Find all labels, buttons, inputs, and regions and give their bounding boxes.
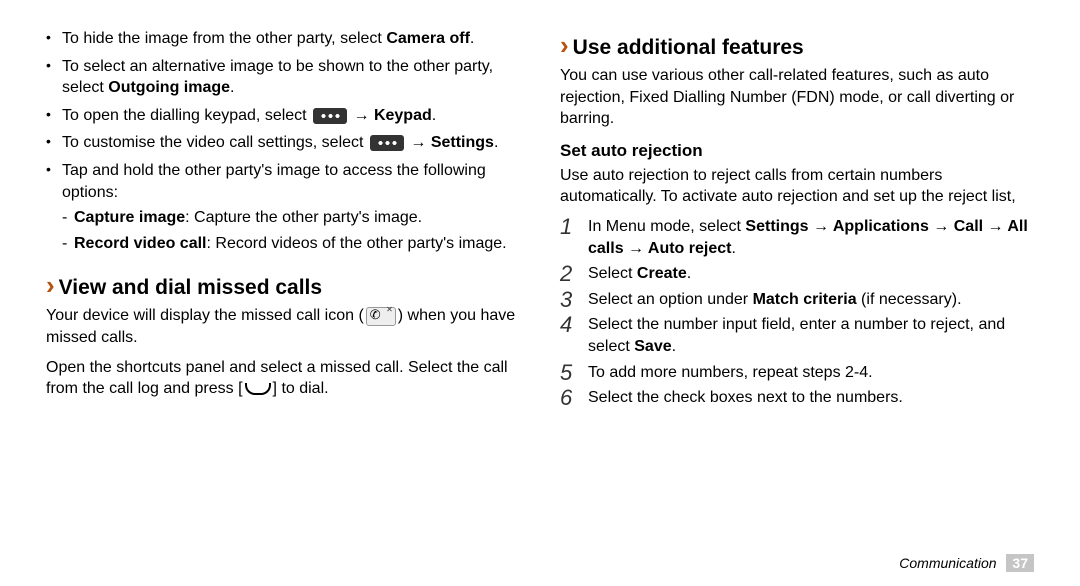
text: (if necessary). — [857, 291, 962, 308]
text: To customise the video call settings, se… — [62, 134, 368, 151]
text: Your device will display the missed call… — [46, 307, 364, 324]
text: . — [731, 240, 735, 257]
bold: Outgoing image — [108, 79, 230, 96]
text: ] to dial. — [273, 380, 329, 397]
li-settings: To customise the video call settings, se… — [46, 132, 520, 154]
text: → — [349, 107, 374, 124]
step-number: 4 — [560, 310, 572, 340]
text: . — [470, 30, 474, 47]
text: . — [494, 134, 498, 151]
missed-call-icon — [366, 307, 396, 326]
text: . — [230, 79, 234, 96]
chevron-right-icon: › — [560, 30, 569, 60]
text: → — [406, 134, 431, 151]
bold: Save — [634, 338, 671, 355]
text: . — [687, 265, 691, 282]
li-tap-hold: Tap and hold the other party's image to … — [46, 160, 520, 254]
bold: Capture image — [74, 209, 185, 226]
li-camera-off: To hide the image from the other party, … — [46, 28, 520, 50]
heading-use-additional: ›Use additional features — [560, 28, 1034, 63]
text: : Record videos of the other party's ima… — [207, 235, 507, 252]
bold: Match criteria — [753, 291, 857, 308]
page-number: 37 — [1006, 554, 1034, 572]
step-3: 3Select an option under Match criteria (… — [560, 289, 1034, 311]
step-4: 4Select the number input field, enter a … — [560, 314, 1034, 357]
subli-record: Record video call: Record videos of the … — [62, 233, 520, 255]
step-number: 1 — [560, 212, 572, 242]
step-6: 6Select the check boxes next to the numb… — [560, 387, 1034, 409]
text: Select — [588, 265, 637, 282]
dial-key-icon — [245, 383, 271, 395]
text: : Capture the other party's image. — [185, 209, 422, 226]
footer-section: Communication — [899, 555, 996, 571]
bold: Create — [637, 265, 687, 282]
para-open-shortcuts: Open the shortcuts panel and select a mi… — [46, 357, 520, 400]
bold: Keypad — [374, 107, 432, 124]
step-1: 1In Menu mode, select Settings → Applica… — [560, 216, 1034, 259]
para-missed-icon: Your device will display the missed call… — [46, 305, 520, 348]
bold: Settings — [431, 134, 494, 151]
text: Select an option under — [588, 291, 753, 308]
heading-view-missed: ›View and dial missed calls — [46, 268, 520, 303]
step-5: 5To add more numbers, repeat steps 2-4. — [560, 362, 1034, 384]
chevron-right-icon: › — [46, 270, 55, 300]
para-additional-intro: You can use various other call-related f… — [560, 65, 1034, 130]
step-number: 6 — [560, 383, 572, 413]
text: In Menu mode, select — [588, 218, 745, 235]
step-2: 2Select Create. — [560, 263, 1034, 285]
subhead-auto-reject: Set auto rejection — [560, 140, 1034, 163]
text: To add more numbers, repeat steps 2-4. — [588, 364, 873, 381]
subli-capture: Capture image: Capture the other party's… — [62, 207, 520, 229]
text: To open the dialling keypad, select — [62, 107, 311, 124]
li-outgoing-image: To select an alternative image to be sho… — [46, 56, 520, 99]
li-keypad: To open the dialling keypad, select → Ke… — [46, 105, 520, 127]
bold: Camera off — [386, 30, 470, 47]
text: . — [672, 338, 676, 355]
text: Tap and hold the other party's image to … — [62, 162, 486, 201]
text: Use additional features — [573, 36, 804, 59]
more-icon — [370, 135, 404, 151]
text: View and dial missed calls — [59, 276, 322, 299]
page-footer: Communication 37 — [899, 554, 1034, 572]
text: . — [432, 107, 436, 124]
more-icon — [313, 108, 347, 124]
para-auto-reject-intro: Use auto rejection to reject calls from … — [560, 165, 1034, 208]
text: Select the check boxes next to the numbe… — [588, 389, 903, 406]
text: To hide the image from the other party, … — [62, 30, 386, 47]
bold: Record video call — [74, 235, 207, 252]
